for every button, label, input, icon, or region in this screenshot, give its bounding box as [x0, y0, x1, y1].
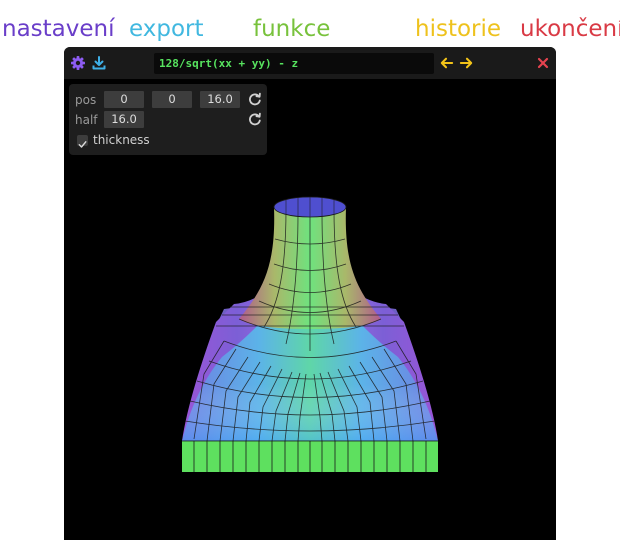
menu-settings[interactable]: nastavení: [2, 14, 115, 44]
thickness-label: thickness: [93, 133, 150, 147]
view-settings-panel: pos 0 0 16.0 half 16.0 thickness: [69, 84, 267, 155]
pos-z-field[interactable]: 16.0: [200, 91, 240, 108]
close-icon[interactable]: [537, 57, 549, 69]
menu-quit[interactable]: ukončení: [520, 14, 620, 44]
function-expression-input[interactable]: 128/sqrt(xx + yy) - z: [154, 53, 434, 74]
download-icon[interactable]: [91, 55, 107, 71]
thickness-checkbox[interactable]: [77, 135, 88, 148]
reset-icon[interactable]: [248, 92, 262, 106]
reset-icon[interactable]: [248, 112, 262, 126]
arrow-right-icon[interactable]: [459, 56, 474, 70]
pos-y-field[interactable]: 0: [152, 91, 192, 108]
check-icon: [78, 141, 87, 148]
window-toolbar: 128/sqrt(xx + yy) - z: [64, 47, 556, 79]
pos-label: pos: [75, 93, 97, 107]
arrow-left-icon[interactable]: [439, 56, 454, 70]
menu-export[interactable]: export: [129, 14, 204, 44]
half-field[interactable]: 16.0: [104, 111, 144, 128]
plot-window: 128/sqrt(xx + yy) - z pos 0 0 16.0 half …: [64, 47, 556, 540]
menu-functions[interactable]: funkce: [253, 14, 330, 44]
menu-history[interactable]: historie: [415, 14, 501, 44]
half-label: half: [75, 113, 98, 127]
gear-icon[interactable]: [70, 55, 86, 71]
pos-x-field[interactable]: 0: [104, 91, 144, 108]
